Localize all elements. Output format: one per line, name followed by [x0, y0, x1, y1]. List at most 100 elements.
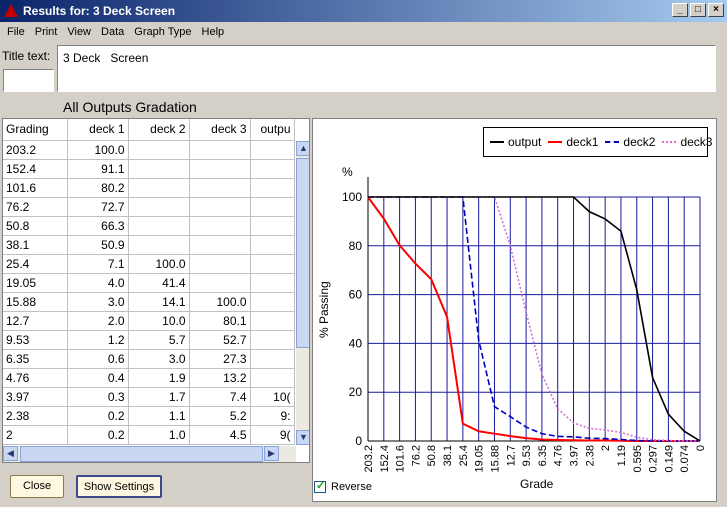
table-cell[interactable]: 0.2 — [67, 406, 129, 426]
table-cell[interactable]: 203.2 — [3, 140, 68, 160]
table-cell[interactable]: 76.2 — [3, 197, 68, 217]
table-row[interactable]: 4.76 0.4 1.9 13.2 — [3, 368, 295, 388]
table-row[interactable]: 38.1 50.9 — [3, 235, 295, 255]
menu-file[interactable]: File — [2, 26, 30, 38]
menu-help[interactable]: Help — [197, 26, 230, 38]
table-cell[interactable]: 50.9 — [67, 235, 129, 255]
reverse-checkbox[interactable] — [314, 479, 326, 493]
table-cell[interactable] — [189, 140, 251, 160]
table-cell[interactable] — [250, 140, 295, 160]
table-cell[interactable]: 2.0 — [67, 311, 129, 331]
table-cell[interactable]: 0.2 — [67, 425, 129, 445]
show-settings-button[interactable]: Show Settings — [76, 475, 162, 498]
table-cell[interactable] — [128, 216, 190, 236]
menu-print[interactable]: Print — [30, 26, 63, 38]
table-cell[interactable] — [250, 368, 295, 388]
minimize-button[interactable]: _ — [672, 3, 688, 17]
table-cell[interactable] — [128, 197, 190, 217]
table-cell[interactable]: 10( — [250, 387, 295, 407]
table-cell[interactable]: 5.7 — [128, 330, 190, 350]
table-cell[interactable]: 6.35 — [3, 349, 68, 369]
table-cell[interactable]: 9( — [250, 425, 295, 445]
table-cell[interactable]: 13.2 — [189, 368, 251, 388]
table-cell[interactable]: 50.8 — [3, 216, 68, 236]
table-cell[interactable]: 3.0 — [128, 349, 190, 369]
table-cell[interactable]: 12.7 — [3, 311, 68, 331]
column-header-grading[interactable]: Grading — [3, 119, 68, 141]
table-cell[interactable]: 2 — [3, 425, 68, 445]
scroll-right-button[interactable]: ▶ — [264, 446, 279, 461]
table-cell[interactable]: 100.0 — [189, 292, 251, 312]
table-cell[interactable]: 80.2 — [67, 178, 129, 198]
table-cell[interactable]: 9: — [250, 406, 295, 426]
vertical-scrollbar[interactable]: ▲ ▼ — [296, 141, 309, 445]
table-cell[interactable]: 4.0 — [67, 273, 129, 293]
table-cell[interactable] — [189, 178, 251, 198]
table-cell[interactable]: 1.7 — [128, 387, 190, 407]
table-cell[interactable] — [250, 216, 295, 236]
table-row[interactable]: 2.38 0.2 1.1 5.2 9: — [3, 406, 295, 426]
table-cell[interactable] — [128, 159, 190, 179]
table-cell[interactable] — [250, 178, 295, 198]
table-row[interactable]: 9.53 1.2 5.7 52.7 — [3, 330, 295, 350]
table-cell[interactable] — [250, 254, 295, 274]
scroll-up-button[interactable]: ▲ — [296, 141, 309, 156]
table-cell[interactable] — [128, 235, 190, 255]
table-cell[interactable]: 1.0 — [128, 425, 190, 445]
table-cell[interactable] — [189, 197, 251, 217]
table-cell[interactable]: 2.38 — [3, 406, 68, 426]
table-cell[interactable]: 72.7 — [67, 197, 129, 217]
table-cell[interactable]: 5.2 — [189, 406, 251, 426]
table-cell[interactable] — [189, 273, 251, 293]
scroll-down-button[interactable]: ▼ — [296, 430, 309, 445]
table-row[interactable]: 203.2 100.0 — [3, 140, 295, 160]
table-row[interactable]: 50.8 66.3 — [3, 216, 295, 236]
table-cell[interactable] — [250, 273, 295, 293]
table-row[interactable]: 19.05 4.0 41.4 — [3, 273, 295, 293]
table-cell[interactable]: 41.4 — [128, 273, 190, 293]
scroll-left-button[interactable]: ◀ — [3, 446, 18, 461]
table-row[interactable]: 6.35 0.6 3.0 27.3 — [3, 349, 295, 369]
table-cell[interactable]: 4.76 — [3, 368, 68, 388]
table-cell[interactable]: 3.97 — [3, 387, 68, 407]
table-cell[interactable] — [128, 140, 190, 160]
column-header-deck1[interactable]: deck 1 — [67, 119, 129, 141]
table-cell[interactable]: 38.1 — [3, 235, 68, 255]
table-cell[interactable] — [250, 330, 295, 350]
table-cell[interactable]: 80.1 — [189, 311, 251, 331]
menu-graph-type[interactable]: Graph Type — [129, 26, 196, 38]
table-cell[interactable]: 27.3 — [189, 349, 251, 369]
table-cell[interactable]: 101.6 — [3, 178, 68, 198]
table-row[interactable]: 3.97 0.3 1.7 7.4 10( — [3, 387, 295, 407]
table-cell[interactable]: 4.5 — [189, 425, 251, 445]
table-cell[interactable]: 9.53 — [3, 330, 68, 350]
table-cell[interactable] — [189, 216, 251, 236]
table-row[interactable]: 25.4 7.1 100.0 — [3, 254, 295, 274]
horizontal-scroll-thumb[interactable] — [20, 446, 263, 462]
table-cell[interactable]: 19.05 — [3, 273, 68, 293]
table-cell[interactable]: 1.9 — [128, 368, 190, 388]
table-row[interactable]: 15.88 3.0 14.1 100.0 — [3, 292, 295, 312]
table-cell[interactable] — [128, 178, 190, 198]
table-cell[interactable]: 14.1 — [128, 292, 190, 312]
table-cell[interactable]: 66.3 — [67, 216, 129, 236]
table-cell[interactable]: 52.7 — [189, 330, 251, 350]
table-cell[interactable] — [250, 349, 295, 369]
close-button[interactable]: Close — [10, 475, 64, 498]
table-cell[interactable]: 0.6 — [67, 349, 129, 369]
table-cell[interactable]: 0.4 — [67, 368, 129, 388]
table-row[interactable]: 12.7 2.0 10.0 80.1 — [3, 311, 295, 331]
column-header-deck2[interactable]: deck 2 — [128, 119, 190, 141]
title-color-swatch[interactable] — [3, 69, 54, 92]
column-header-output[interactable]: outpu — [250, 119, 295, 141]
table-cell[interactable] — [189, 235, 251, 255]
table-cell[interactable]: 25.4 — [3, 254, 68, 274]
table-row[interactable]: 101.6 80.2 — [3, 178, 295, 198]
table-cell[interactable]: 100.0 — [128, 254, 190, 274]
horizontal-scrollbar[interactable]: ◀ ▶ — [3, 446, 296, 462]
close-window-button[interactable]: × — [708, 3, 724, 17]
table-cell[interactable] — [250, 197, 295, 217]
table-cell[interactable]: 0.3 — [67, 387, 129, 407]
vertical-scroll-thumb[interactable] — [296, 158, 309, 348]
table-cell[interactable]: 7.1 — [67, 254, 129, 274]
